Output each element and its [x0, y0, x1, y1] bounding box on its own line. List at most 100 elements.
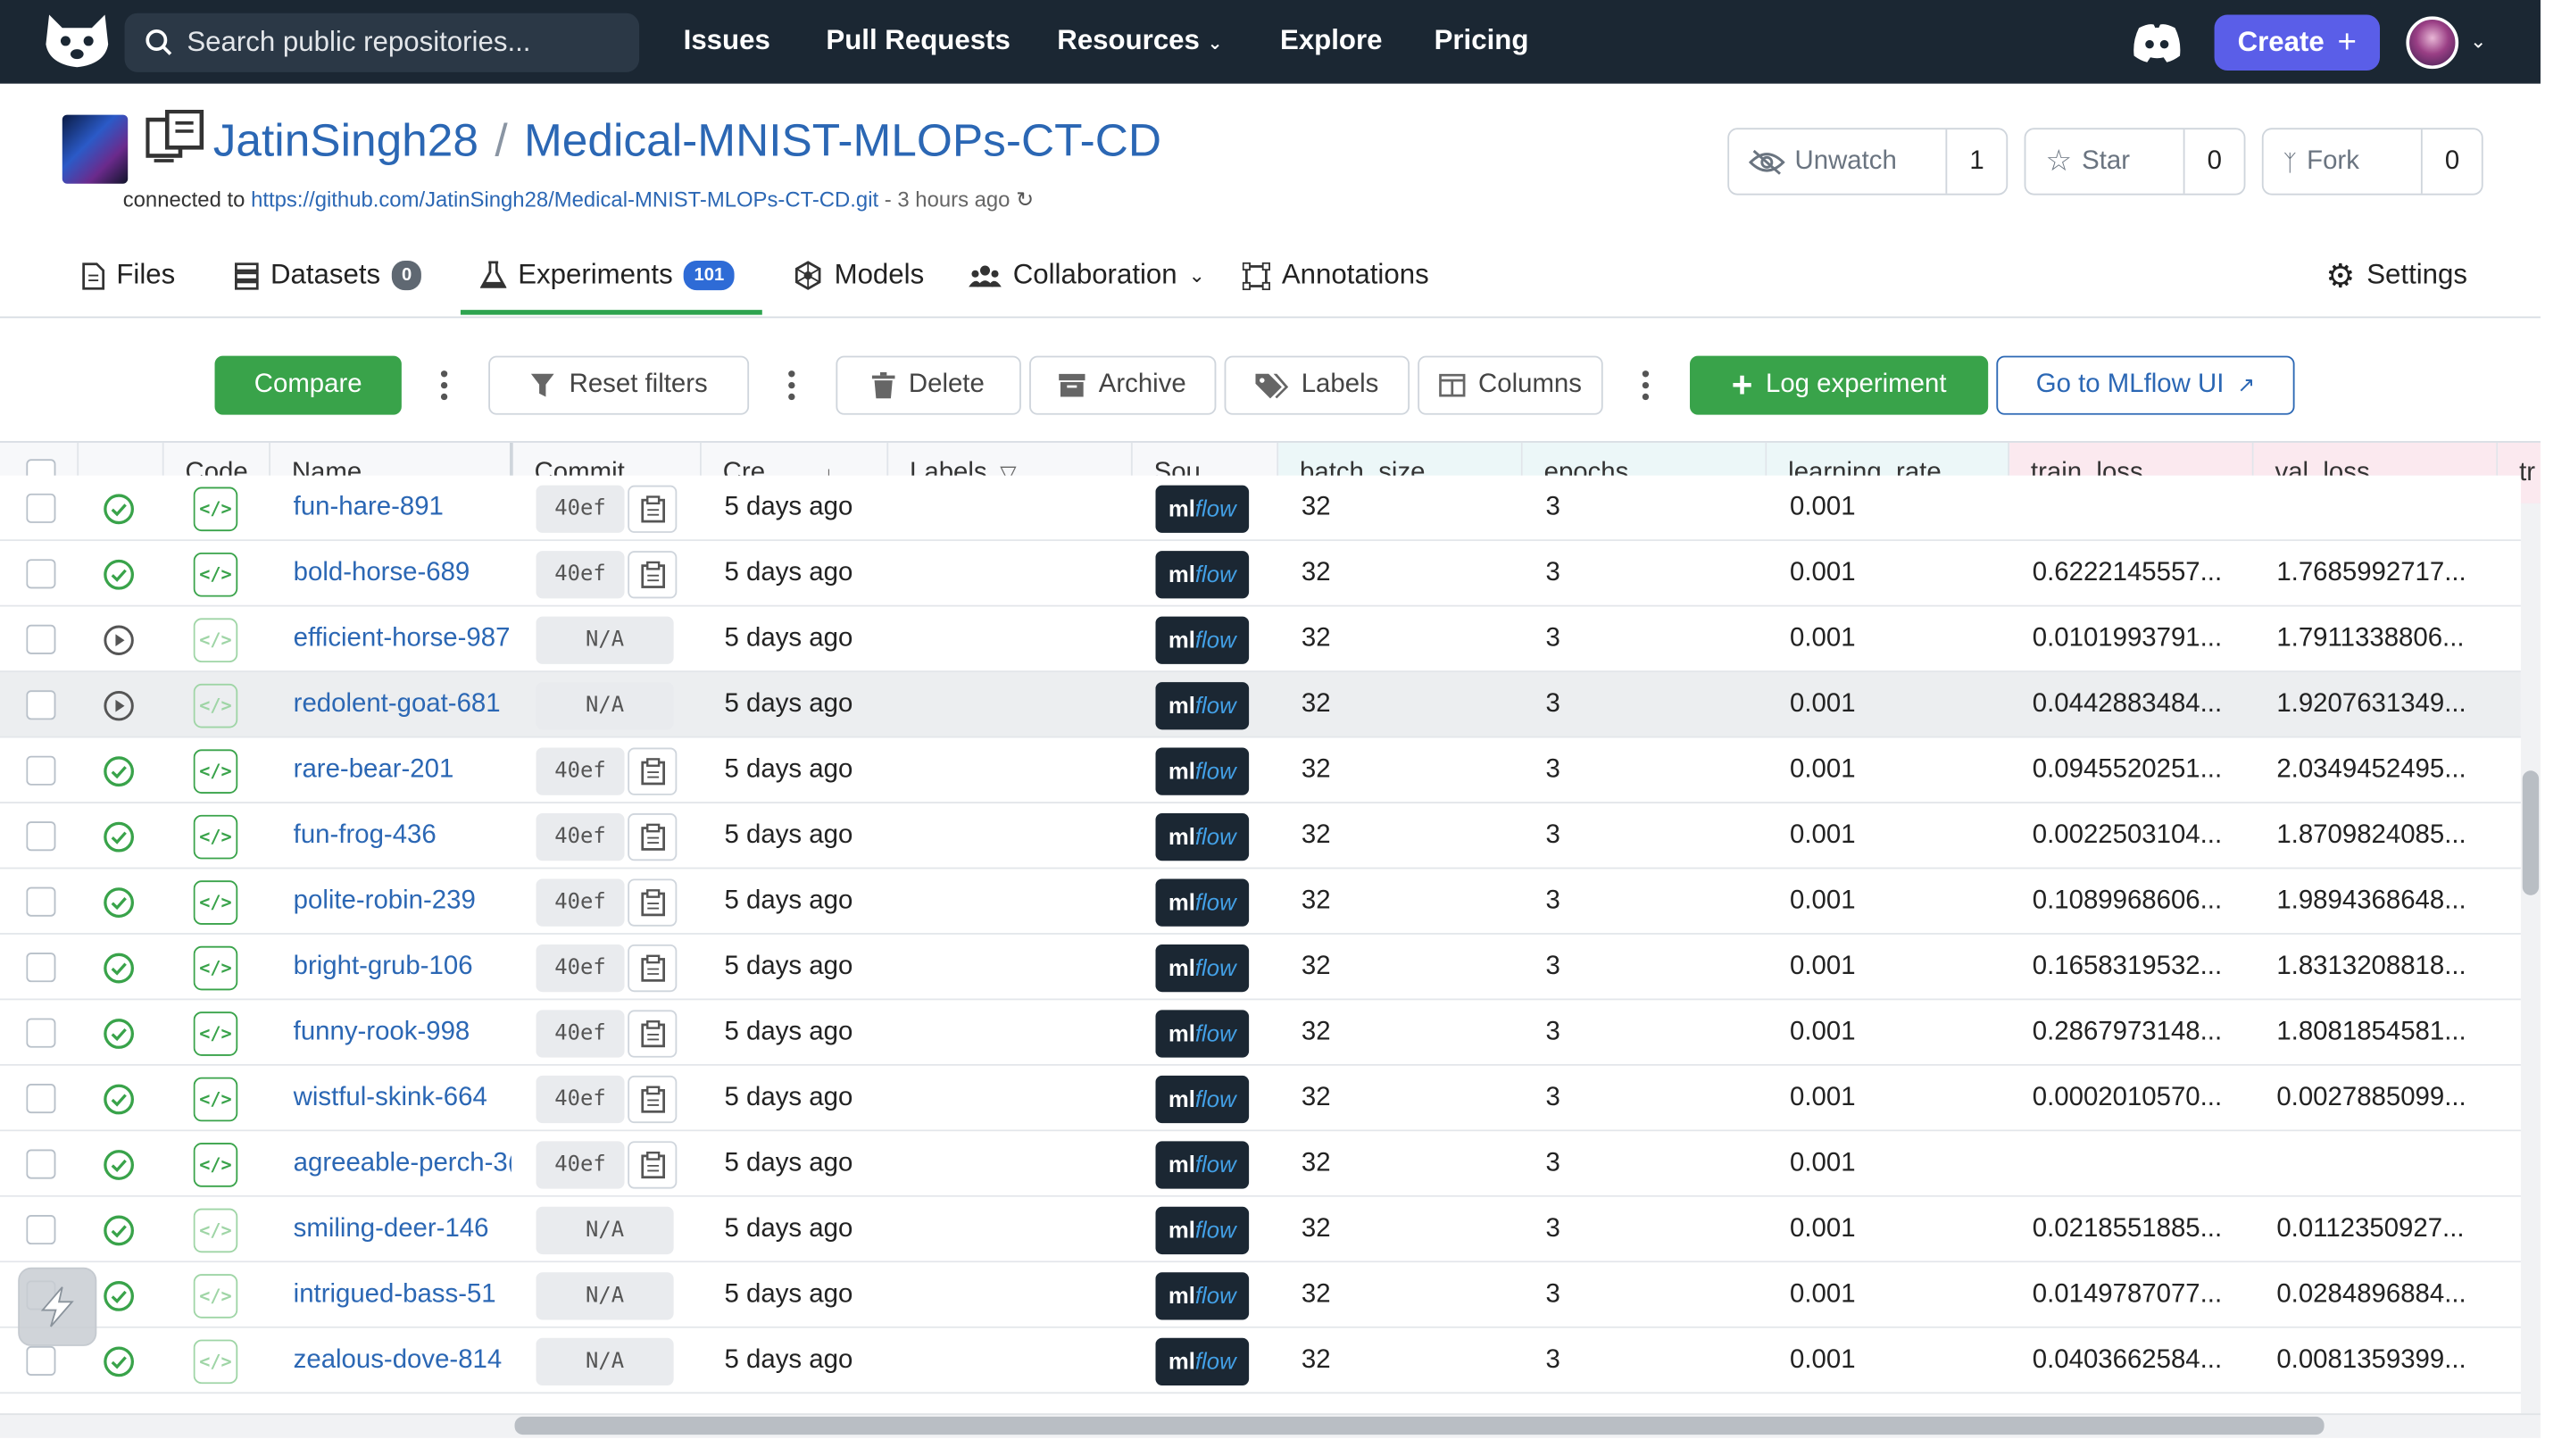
commit-hash[interactable]: 40ef: [536, 1009, 625, 1057]
row-checkbox[interactable]: [26, 1018, 56, 1048]
nav-resources[interactable]: Resources ⌄: [1057, 25, 1222, 58]
code-icon[interactable]: </>: [193, 552, 238, 596]
tab-experiments[interactable]: Experiments 101: [479, 256, 735, 295]
experiment-name-link[interactable]: bright-grub-106: [294, 935, 512, 1000]
labels-cell[interactable]: [888, 1328, 1133, 1394]
vertical-scrollbar-thumb[interactable]: [2522, 770, 2540, 895]
copy-commit-button[interactable]: [628, 1140, 678, 1188]
table-row[interactable]: </> bold-horse-689 40ef 5 days ago ml flow 32 3…: [0, 541, 2521, 607]
code-icon[interactable]: </>: [193, 1207, 238, 1252]
labels-cell[interactable]: [888, 1131, 1133, 1196]
mlflow-source-badge[interactable]: ml flow: [1155, 1009, 1250, 1057]
commit-hash[interactable]: 40ef: [536, 484, 625, 533]
experiment-name-link[interactable]: rare-bear-201: [294, 738, 512, 803]
copy-commit-button[interactable]: [628, 878, 678, 926]
floating-action-button[interactable]: [18, 1267, 97, 1346]
copy-commit-button[interactable]: [628, 484, 678, 533]
go-to-mlflow-ui-button[interactable]: Go to MLflow UI ↗: [1996, 355, 2295, 415]
mlflow-source-badge[interactable]: ml flow: [1155, 746, 1250, 795]
experiment-name-link[interactable]: wistful-skink-664: [294, 1066, 512, 1131]
copy-commit-button[interactable]: [628, 944, 678, 992]
mlflow-source-badge[interactable]: ml flow: [1155, 1074, 1250, 1123]
columns-button[interactable]: Columns: [1418, 355, 1603, 415]
code-icon[interactable]: </>: [193, 1076, 238, 1121]
copy-commit-button[interactable]: [628, 550, 678, 598]
reset-filters-button[interactable]: Reset filters: [488, 355, 750, 415]
search-input[interactable]: Search public repositories...: [124, 12, 640, 72]
table-row[interactable]: </> smiling-deer-146 N/A 5 days ago ml flow 32…: [0, 1196, 2521, 1263]
repo-owner-avatar[interactable]: [62, 114, 129, 184]
tab-files[interactable]: Files: [82, 256, 175, 295]
experiment-name-link[interactable]: fun-hare-891: [294, 476, 512, 541]
labels-button[interactable]: Labels: [1224, 355, 1410, 415]
row-checkbox[interactable]: [26, 1149, 56, 1179]
connected-repo-link[interactable]: https://github.com/JatinSingh28/Medical-…: [251, 187, 878, 212]
commit-hash[interactable]: 40ef: [536, 1140, 625, 1188]
row-checkbox[interactable]: [26, 1084, 56, 1114]
table-row[interactable]: </> agreeable-perch-3(40ef 5 days ago ml flo…: [0, 1131, 2521, 1197]
experiment-name-link[interactable]: fun-frog-436: [294, 803, 512, 869]
mlflow-source-badge[interactable]: ml flow: [1155, 550, 1250, 598]
copy-commit-button[interactable]: [628, 812, 678, 861]
labels-cell[interactable]: [888, 1262, 1133, 1327]
star-button[interactable]: ☆ Star 0: [2024, 128, 2246, 196]
code-icon[interactable]: </>: [193, 879, 238, 924]
commit-hash[interactable]: 40ef: [536, 944, 625, 992]
labels-cell[interactable]: [888, 476, 1133, 541]
experiment-name-link[interactable]: efficient-horse-987: [294, 607, 512, 672]
experiment-name-link[interactable]: bold-horse-689: [294, 541, 512, 606]
commit-hash[interactable]: 40ef: [536, 746, 625, 795]
row-checkbox[interactable]: [26, 493, 56, 523]
unwatch-button[interactable]: Unwatch 1: [1727, 128, 2009, 196]
labels-cell[interactable]: [888, 869, 1133, 934]
row-checkbox[interactable]: [26, 690, 56, 720]
code-icon[interactable]: </>: [193, 486, 238, 531]
experiment-name-link[interactable]: funny-rook-998: [294, 1000, 512, 1065]
repo-name-link[interactable]: Medical-MNIST-MLOPs-CT-CD: [524, 115, 1161, 166]
mlflow-source-badge[interactable]: ml flow: [1155, 1205, 1250, 1254]
labels-cell[interactable]: [888, 1066, 1133, 1131]
commit-hash[interactable]: 40ef: [536, 1074, 625, 1123]
refresh-icon[interactable]: ↻: [1016, 187, 1034, 212]
row-checkbox[interactable]: [26, 755, 56, 786]
row-checkbox[interactable]: [26, 559, 56, 589]
copy-commit-button[interactable]: [628, 1009, 678, 1057]
chevron-down-icon[interactable]: ⌄: [2470, 29, 2486, 53]
table-row[interactable]: </> wistful-skink-664 40ef 5 days ago ml flow…: [0, 1065, 2521, 1132]
table-row[interactable]: </> efficient-horse-987 N/A 5 days ago ml flo…: [0, 606, 2521, 673]
nav-pull-requests[interactable]: Pull Requests: [826, 25, 1010, 58]
labels-cell[interactable]: [888, 803, 1133, 869]
copy-commit-button[interactable]: [628, 1074, 678, 1123]
table-row[interactable]: </> funny-rook-998 40ef 5 days ago ml flow 32 3…: [0, 1000, 2521, 1066]
mlflow-source-badge[interactable]: ml flow: [1155, 681, 1250, 729]
experiment-name-link[interactable]: agreeable-perch-3(: [294, 1131, 512, 1196]
experiment-name-link[interactable]: smiling-deer-146: [294, 1197, 512, 1262]
tab-datasets[interactable]: Datasets 0: [235, 256, 422, 295]
row-checkbox[interactable]: [26, 624, 56, 654]
experiment-name-link[interactable]: polite-robin-239: [294, 869, 512, 934]
table-row[interactable]: </> rare-bear-201 40ef 5 days ago ml flow 32 3 0…: [0, 737, 2521, 803]
mlflow-source-badge[interactable]: ml flow: [1155, 1336, 1250, 1385]
table-row[interactable]: </> intrigued-bass-51 N/A 5 days ago ml flow 3…: [0, 1262, 2521, 1328]
row-checkbox[interactable]: [26, 1214, 56, 1245]
nav-explore[interactable]: Explore: [1280, 25, 1382, 58]
code-icon[interactable]: </>: [193, 1338, 238, 1384]
experiment-name-link[interactable]: intrigued-bass-51: [294, 1262, 512, 1327]
vertical-scrollbar[interactable]: [2520, 503, 2541, 1414]
row-checkbox[interactable]: [26, 886, 56, 917]
log-experiment-button[interactable]: + Log experiment: [1690, 355, 1989, 415]
tab-settings[interactable]: ⚙ Settings: [2325, 256, 2467, 295]
labels-cell[interactable]: [888, 672, 1133, 737]
mlflow-source-badge[interactable]: ml flow: [1155, 812, 1250, 861]
code-icon[interactable]: </>: [193, 944, 238, 990]
tab-collaboration[interactable]: Collaboration ⌄: [969, 256, 1205, 295]
filters-more-menu-icon[interactable]: [788, 370, 795, 401]
fork-button[interactable]: ᛉ Fork 0: [2261, 128, 2483, 196]
labels-cell[interactable]: [888, 738, 1133, 803]
table-row[interactable]: </> fun-hare-891 40ef 5 days ago ml flow 32 3 0.…: [0, 475, 2521, 542]
create-button[interactable]: Create +: [2214, 14, 2381, 71]
table-row[interactable]: </> bright-grub-106 40ef 5 days ago ml flow 32…: [0, 934, 2521, 1001]
row-checkbox[interactable]: [26, 1345, 56, 1376]
nav-pricing[interactable]: Pricing: [1435, 25, 1529, 58]
labels-cell[interactable]: [888, 1000, 1133, 1065]
